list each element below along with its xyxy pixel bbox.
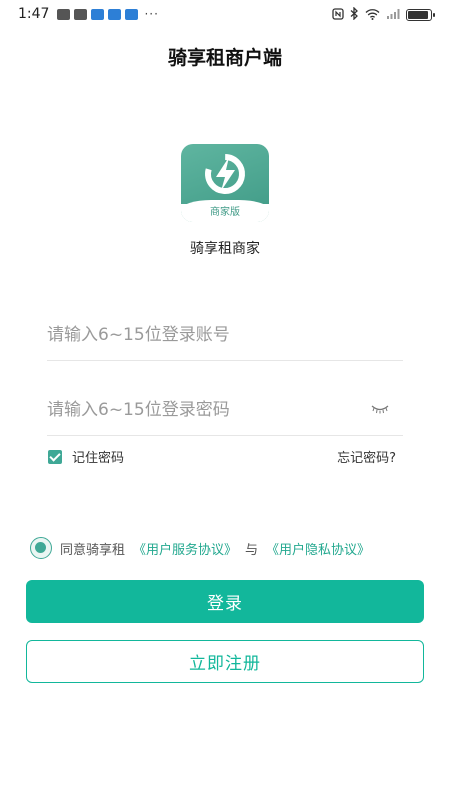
register-button[interactable]: 立即注册 bbox=[26, 640, 424, 683]
agreement-connector: 与 bbox=[245, 542, 259, 558]
agreement-radio[interactable] bbox=[30, 537, 52, 559]
remember-password[interactable]: 记住密码 bbox=[48, 447, 124, 466]
status-right bbox=[332, 6, 435, 23]
forgot-password-link[interactable]: 忘记密码? bbox=[337, 447, 396, 466]
status-time: 1:47 bbox=[18, 6, 50, 22]
app-notification-icon bbox=[91, 8, 105, 20]
status-left: 1:47 ··· bbox=[18, 6, 159, 22]
mail-icon bbox=[57, 8, 71, 20]
bluetooth-icon bbox=[350, 6, 359, 23]
more-notifications-icon: ··· bbox=[144, 7, 159, 21]
password-field bbox=[47, 386, 403, 436]
remember-checkbox[interactable] bbox=[48, 449, 62, 464]
account-field bbox=[47, 311, 403, 361]
remember-label: 记住密码 bbox=[72, 451, 125, 466]
password-input[interactable] bbox=[47, 386, 347, 434]
battery-level bbox=[408, 11, 428, 19]
app-logo: 商家版 bbox=[181, 144, 269, 222]
signal-icon bbox=[386, 8, 400, 23]
nfc-icon bbox=[332, 7, 344, 23]
privacy-agreement-link[interactable]: 《用户隐私协议》 bbox=[266, 539, 370, 558]
app-notification-icon-2 bbox=[125, 8, 139, 20]
account-input[interactable] bbox=[47, 311, 347, 359]
login-button[interactable]: 登录 bbox=[26, 580, 424, 623]
wifi-icon bbox=[365, 8, 380, 23]
status-bar: 1:47 ··· bbox=[0, 0, 450, 30]
page-title: 骑享租商户端 bbox=[167, 47, 282, 69]
app-name: 骑享租商家 bbox=[190, 241, 260, 257]
cloud-notification-icon bbox=[108, 8, 122, 20]
service-agreement-link[interactable]: 《用户服务协议》 bbox=[133, 539, 237, 558]
eye-closed-icon[interactable] bbox=[371, 404, 389, 414]
battery-icon bbox=[406, 9, 435, 21]
agreement-prefix: 同意骑享租 bbox=[60, 542, 126, 558]
logo-badge: 商家版 bbox=[181, 204, 269, 222]
agreement-row: 同意骑享租 《用户服务协议》 与 《用户隐私协议》 bbox=[30, 537, 370, 559]
mail-icon-2 bbox=[74, 8, 88, 20]
lightning-logo-icon bbox=[205, 154, 245, 194]
